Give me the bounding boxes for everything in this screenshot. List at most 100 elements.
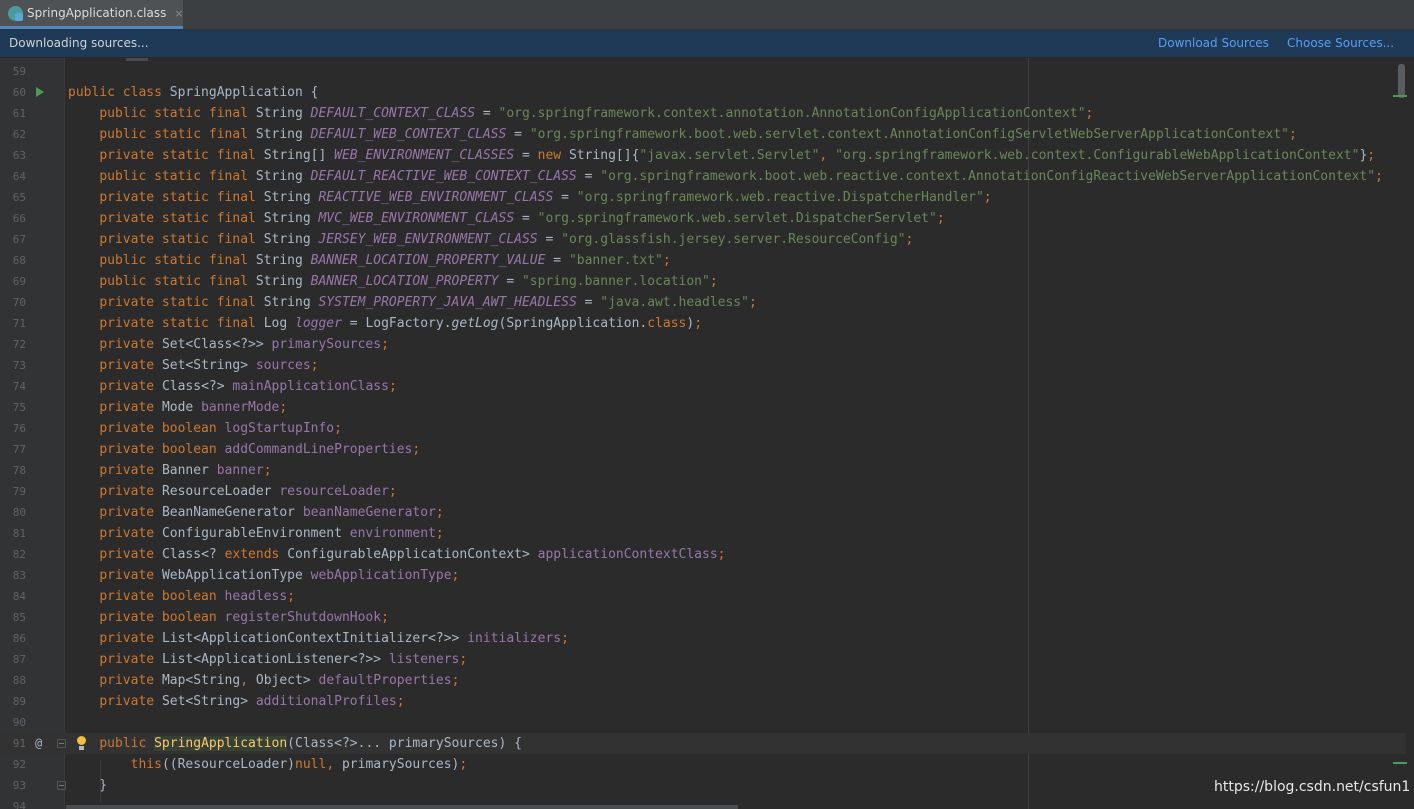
code-token: private <box>99 484 162 499</box>
code-token: ; <box>1375 169 1383 184</box>
code-line[interactable]: 88 private Map<String, Object> defaultPr… <box>0 670 1406 691</box>
code-line[interactable]: 75 private Mode bannerMode; <box>0 397 1406 418</box>
code-token: public class <box>68 85 170 100</box>
code-line[interactable]: 78 private Banner banner; <box>0 460 1406 481</box>
code-line[interactable]: 84 private boolean headless; <box>0 586 1406 607</box>
code-line[interactable]: 87 private List<ApplicationListener<?>> … <box>0 649 1406 670</box>
code-line[interactable]: 86 private List<ApplicationContextInitia… <box>0 628 1406 649</box>
code-text: private static final String MVC_WEB_ENVI… <box>68 208 944 229</box>
code-token: private <box>99 463 162 478</box>
code-text: private boolean registerShutdownHook; <box>68 607 389 628</box>
code-token: String <box>255 253 311 268</box>
code-line[interactable]: 73 private Set<String> sources; <box>0 355 1406 376</box>
code-token: "org.springframework.web.servlet.Dispatc… <box>537 211 937 226</box>
line-number: 63 <box>12 149 26 162</box>
line-number: 61 <box>12 107 26 120</box>
code-token: DEFAULT_CONTEXT_CLASS <box>310 106 476 121</box>
code-line[interactable]: 65 private static final String REACTIVE_… <box>0 187 1406 208</box>
run-icon[interactable] <box>36 87 44 97</box>
code-line[interactable]: 81 private ConfigurableEnvironment envir… <box>0 523 1406 544</box>
code-token: Map<String <box>161 673 241 688</box>
code-token: String[] <box>263 148 335 163</box>
code-line[interactable]: 79 private ResourceLoader resourceLoader… <box>0 481 1406 502</box>
code-line[interactable]: 92 this((ResourceLoader)null, primarySou… <box>0 754 1406 775</box>
download-sources-link[interactable]: Download Sources <box>1158 36 1269 50</box>
code-token: JERSEY_WEB_ENVIRONMENT_CLASS <box>318 232 538 247</box>
code-text: private Mode bannerMode; <box>68 397 287 418</box>
horizontal-scrollbar-thumb[interactable] <box>66 805 738 809</box>
code-token: public <box>99 736 155 751</box>
vertical-scrollbar-thumb[interactable] <box>1398 64 1405 98</box>
code-line[interactable]: 77 private boolean addCommandLinePropert… <box>0 439 1406 460</box>
code-token: ConfigurableApplicationContext> <box>287 547 538 562</box>
code-text: private List<ApplicationListener<?>> lis… <box>68 649 467 670</box>
code-line[interactable]: 69 public static final String BANNER_LOC… <box>0 271 1406 292</box>
choose-sources-link[interactable]: Choose Sources... <box>1287 36 1394 50</box>
code-token: BANNER_LOCATION_PROPERTY_VALUE <box>310 253 546 268</box>
code-line[interactable]: 80 private BeanNameGenerator beanNameGen… <box>0 502 1406 523</box>
close-icon[interactable]: × <box>174 7 183 20</box>
line-number: 77 <box>12 443 26 456</box>
code-line[interactable]: 89 private Set<String> additionalProfile… <box>0 691 1406 712</box>
code-token: ; <box>451 673 460 688</box>
code-token: "org.springframework.boot.web.servlet.co… <box>529 127 1289 142</box>
fold-icon[interactable] <box>57 781 66 790</box>
fold-icon[interactable] <box>57 739 66 748</box>
code-line[interactable]: 67 private static final String JERSEY_WE… <box>0 229 1406 250</box>
code-token: private <box>99 400 162 415</box>
line-number: 87 <box>12 653 26 666</box>
line-number: 81 <box>12 527 26 540</box>
code-line[interactable]: 61 public static final String DEFAULT_CO… <box>0 103 1406 124</box>
code-line[interactable]: 76 private boolean logStartupInfo; <box>0 418 1406 439</box>
code-line[interactable]: 85 private boolean registerShutdownHook; <box>0 607 1406 628</box>
code-token: DEFAULT_WEB_CONTEXT_CLASS <box>310 127 507 142</box>
code-line[interactable]: 93 } <box>0 775 1406 796</box>
code-token: ; <box>459 652 468 667</box>
code-line[interactable]: 59 <box>0 61 1406 82</box>
code-line[interactable]: 63 private static final String[] WEB_ENV… <box>0 145 1406 166</box>
code-editor[interactable]: 59 60 public class SpringApplication {61 p… <box>0 58 1414 809</box>
code-token: "banner.txt" <box>568 253 663 268</box>
code-token: } <box>68 778 108 793</box>
code-token: beanNameGenerator <box>302 505 436 520</box>
code-token: REACTIVE_WEB_ENVIRONMENT_CLASS <box>318 190 554 205</box>
notification-banner: Downloading sources... Download Sources … <box>0 30 1414 58</box>
line-number: 65 <box>12 191 26 204</box>
line-number: 82 <box>12 548 26 561</box>
code-text: public class SpringApplication { <box>68 82 318 103</box>
code-line[interactable]: 71 private static final Log logger = Log… <box>0 313 1406 334</box>
code-token: environment <box>349 526 436 541</box>
code-token: ; <box>905 232 914 247</box>
code-line[interactable]: 62 public static final String DEFAULT_WE… <box>0 124 1406 145</box>
code-line[interactable]: 66 private static final String MVC_WEB_E… <box>0 208 1406 229</box>
code-line[interactable]: 72 private Set<Class<?>> primarySources; <box>0 334 1406 355</box>
code-line[interactable]: 60 public class SpringApplication { <box>0 82 1406 103</box>
override-marker-icon[interactable]: @ <box>35 733 42 754</box>
code-line[interactable]: 70 private static final String SYSTEM_PR… <box>0 292 1406 313</box>
line-number: 83 <box>12 569 26 582</box>
code-token: addCommandLineProperties <box>224 442 413 457</box>
code-token: Banner <box>161 463 217 478</box>
code-text: private static final Log logger = LogFac… <box>68 313 702 334</box>
code-line[interactable]: 64 public static final String DEFAULT_RE… <box>0 166 1406 187</box>
code-line[interactable]: 83 private WebApplicationType webApplica… <box>0 565 1406 586</box>
line-number: 72 <box>12 338 26 351</box>
code-line[interactable]: 82 private Class<? extends ConfigurableA… <box>0 544 1406 565</box>
line-number: 88 <box>12 674 26 687</box>
code-line[interactable]: 90 <box>0 712 1406 733</box>
code-line[interactable]: 68 public static final String BANNER_LOC… <box>0 250 1406 271</box>
code-line[interactable]: 74 private Class<?> mainApplicationClass… <box>0 376 1406 397</box>
code-token: ; <box>435 505 444 520</box>
code-token: ; <box>561 631 569 646</box>
code-token: "java.awt.headless" <box>600 295 749 310</box>
tab-springapplication-class[interactable]: SpringApplication.class × <box>0 0 184 29</box>
code-token: MVC_WEB_ENVIRONMENT_CLASS <box>318 211 515 226</box>
code-line[interactable]: 91 @ public SpringApplication(Class<?>...… <box>0 733 1406 754</box>
code-token: private <box>99 652 162 667</box>
